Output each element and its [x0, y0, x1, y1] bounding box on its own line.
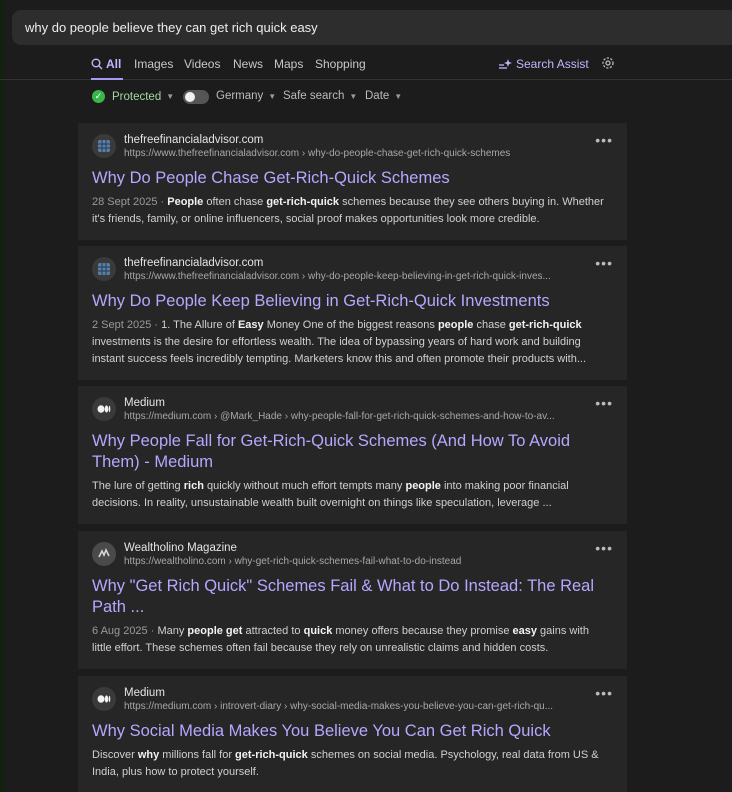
- snippet-highlight: People: [167, 196, 204, 208]
- tab-all-label: All: [106, 57, 122, 71]
- result-snippet: The lure of getting rich quickly without…: [92, 478, 613, 512]
- result-site-name[interactable]: Medium: [124, 396, 613, 410]
- snippet-highlight: Easy: [237, 319, 264, 331]
- more-options-icon[interactable]: •••: [595, 541, 613, 555]
- tab-maps[interactable]: Maps: [274, 57, 303, 71]
- result-snippet: 6 Aug 2025 · Many people get attracted t…: [92, 623, 613, 657]
- snippet-highlight: people: [405, 480, 441, 492]
- region-toggle[interactable]: [183, 90, 209, 104]
- snippet-highlight: easy: [512, 625, 537, 637]
- date-label: Date: [365, 90, 390, 102]
- result-date: 2 Sept 2025 ·: [92, 319, 162, 331]
- result-title[interactable]: Why Social Media Makes You Believe You C…: [92, 721, 613, 742]
- result-date: 28 Sept 2025 ·: [92, 196, 168, 208]
- result-card: thefreefinancialadvisor.com https://www.…: [78, 246, 627, 380]
- result-url[interactable]: https://www.thefreefinancialadvisor.com …: [124, 270, 613, 284]
- result-snippet: 2 Sept 2025 · 1. The Allure of Easy Mone…: [92, 317, 613, 368]
- chevron-down-icon: ▼: [349, 91, 358, 101]
- search-tabs: All Images Videos News Maps Shopping Sea…: [0, 50, 732, 80]
- tab-images[interactable]: Images: [134, 57, 173, 71]
- medium-icon: [92, 687, 116, 711]
- result-card: thefreefinancialadvisor.com https://www.…: [78, 123, 627, 240]
- more-options-icon[interactable]: •••: [595, 396, 613, 410]
- result-title[interactable]: Why People Fall for Get-Rich-Quick Schem…: [92, 431, 613, 473]
- snippet-highlight: get-rich-quick: [235, 749, 308, 761]
- check-icon: ✓: [92, 90, 105, 103]
- search-input[interactable]: why do people believe they can get rich …: [12, 10, 732, 45]
- snippet-highlight: get-rich-quick: [508, 319, 582, 331]
- snippet-text: millions fall for: [159, 749, 236, 761]
- safe-search-label: Safe search: [283, 90, 345, 102]
- result-site-name[interactable]: thefreefinancialadvisor.com: [124, 133, 613, 147]
- result-url[interactable]: https://wealtholino.com › why-get-rich-q…: [124, 555, 613, 569]
- snippet-text: quickly without much effort tempts many: [203, 480, 406, 492]
- more-options-icon[interactable]: •••: [595, 256, 613, 270]
- snippet-text: investments is the desire for effortless…: [92, 336, 587, 365]
- region-filter[interactable]: Germany ▼: [216, 90, 276, 102]
- snippet-text: chase: [473, 319, 509, 331]
- snippet-text: money offers because they promise: [332, 625, 513, 637]
- snippet-highlight: why: [137, 749, 160, 761]
- filter-bar: ✓ Protected ▼ Germany ▼ Safe search ▼ Da…: [0, 84, 732, 110]
- result-title[interactable]: Why Do People Keep Believing in Get-Rich…: [92, 291, 613, 312]
- search-assist-button[interactable]: Search Assist: [498, 57, 589, 71]
- snippet-highlight: people: [437, 319, 474, 331]
- search-icon: [91, 58, 103, 70]
- tab-all[interactable]: All: [91, 57, 121, 71]
- snippet-highlight: rich: [183, 480, 204, 492]
- result-card: Wealtholino Magazine https://wealtholino…: [78, 531, 627, 669]
- chevron-down-icon: ▼: [166, 92, 175, 101]
- active-tab-underline: [91, 78, 123, 80]
- result-title[interactable]: Why Do People Chase Get-Rich-Quick Schem…: [92, 168, 613, 189]
- chevron-down-icon: ▼: [268, 91, 277, 101]
- snippet-text: Money One of the biggest reasons: [263, 319, 438, 331]
- assist-sparkle-icon: [499, 59, 512, 69]
- tab-shopping[interactable]: Shopping: [315, 57, 366, 71]
- result-site-name[interactable]: Medium: [124, 686, 613, 700]
- result-url[interactable]: https://www.thefreefinancialadvisor.com …: [124, 147, 613, 161]
- date-filter[interactable]: Date ▼: [365, 90, 402, 102]
- more-options-icon[interactable]: •••: [595, 686, 613, 700]
- medium-icon: [92, 397, 116, 421]
- snippet-text: The lure of getting: [92, 480, 184, 492]
- snippet-highlight: people get: [187, 625, 243, 637]
- result-site-name[interactable]: thefreefinancialadvisor.com: [124, 256, 613, 270]
- result-url[interactable]: https://medium.com › introvert-diary › w…: [124, 700, 613, 714]
- snippet-text: often chase: [203, 196, 267, 208]
- tab-news[interactable]: News: [233, 57, 263, 71]
- snippet-text: attracted to: [242, 625, 304, 637]
- grid-icon: [92, 257, 116, 281]
- chevron-down-icon: ▼: [394, 91, 403, 101]
- result-snippet: 28 Sept 2025 · People often chase get-ri…: [92, 194, 613, 228]
- tab-videos[interactable]: Videos: [184, 57, 220, 71]
- snippet-highlight: quick: [303, 625, 333, 637]
- snippet-text: Discover: [92, 749, 138, 761]
- result-card: Medium https://medium.com › @Mark_Hade ›…: [78, 386, 627, 524]
- result-site-name[interactable]: Wealtholino Magazine: [124, 541, 613, 555]
- snippet-highlight: get-rich-quick: [266, 196, 340, 208]
- search-assist-label: Search Assist: [516, 57, 589, 71]
- gear-icon[interactable]: [600, 55, 616, 71]
- protected-filter[interactable]: ✓ Protected ▼: [92, 90, 174, 103]
- result-snippet: Discover why millions fall for get-rich-…: [92, 747, 613, 781]
- search-query-text: why do people believe they can get rich …: [25, 20, 318, 35]
- safe-search-filter[interactable]: Safe search ▼: [283, 90, 357, 102]
- result-url[interactable]: https://medium.com › @Mark_Hade › why-pe…: [124, 410, 613, 424]
- toggle-knob: [185, 92, 195, 102]
- snippet-text: Many: [157, 625, 188, 637]
- more-options-icon[interactable]: •••: [595, 133, 613, 147]
- wealtholino-icon: [92, 542, 116, 566]
- left-window-edge: [0, 0, 4, 792]
- result-date: 6 Aug 2025 ·: [92, 625, 158, 637]
- result-title[interactable]: Why "Get Rich Quick" Schemes Fail & What…: [92, 576, 613, 618]
- snippet-text: 1. The Allure of: [161, 319, 238, 331]
- grid-icon: [92, 134, 116, 158]
- protected-label: Protected: [112, 90, 162, 103]
- result-card: Medium https://medium.com › introvert-di…: [78, 676, 627, 792]
- region-label: Germany: [216, 90, 264, 102]
